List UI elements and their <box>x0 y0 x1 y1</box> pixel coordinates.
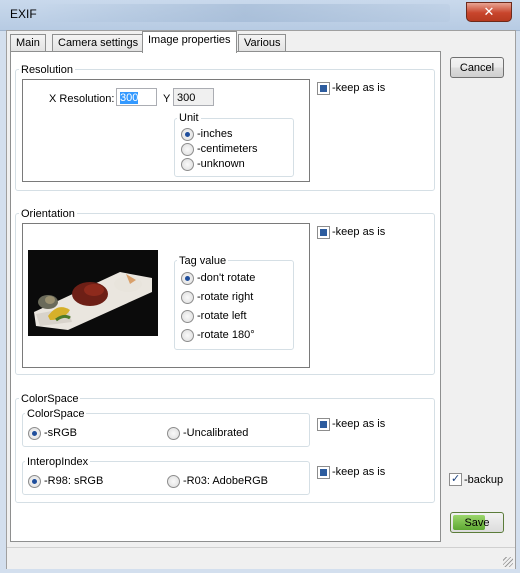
colorspace-outer-label: ColorSpace <box>19 393 81 406</box>
radio-centimeters[interactable] <box>181 143 194 156</box>
resolution-group-label: Resolution <box>19 64 75 77</box>
colorspace-group-label: ColorSpace <box>25 408 87 421</box>
interop-group-label: InteropIndex <box>25 456 91 469</box>
radio-r98-srgb[interactable] <box>28 475 41 488</box>
radio-srgb[interactable] <box>28 427 41 440</box>
colorspace-keep-label: -keep as is <box>332 418 386 430</box>
resolution-keep-checkbox[interactable] <box>317 82 330 95</box>
cancel-button[interactable]: Cancel <box>450 57 504 78</box>
interop-keep-checkbox[interactable] <box>317 466 330 479</box>
tab-camera-settings[interactable]: Camera settings <box>52 34 145 52</box>
radio-srgb-label: -sRGB <box>44 427 77 439</box>
radio-rotate-180-label: -rotate 180° <box>197 329 255 341</box>
backup-checkbox[interactable] <box>449 472 462 486</box>
unit-group-label: Unit <box>177 112 201 125</box>
radio-rotate-right[interactable] <box>181 291 194 304</box>
tab-main[interactable]: Main <box>10 34 46 52</box>
save-button[interactable]: Save <box>450 512 504 533</box>
radio-r98-srgb-label: -R98: sRGB <box>44 475 104 487</box>
x-resolution-input[interactable]: 300 <box>116 88 157 106</box>
radio-uncalibrated[interactable] <box>167 427 180 440</box>
radio-centimeters-label: -centimeters <box>197 143 258 155</box>
tab-various[interactable]: Various <box>238 34 287 52</box>
radio-rotate-left-label: -rotate left <box>197 310 247 322</box>
radio-r03-adobergb-label: -R03: AdobeRGB <box>183 475 268 487</box>
radio-r03-adobergb[interactable] <box>167 475 180 488</box>
title-bar[interactable]: EXIF ✕ <box>0 0 520 31</box>
radio-rotate-180[interactable] <box>181 329 194 342</box>
save-button-label: Save <box>464 517 490 529</box>
resolution-keep-label: -keep as is <box>332 82 386 94</box>
status-bar <box>7 547 515 569</box>
orientation-keep-checkbox[interactable] <box>317 226 330 239</box>
orientation-group-label: Orientation <box>19 208 77 221</box>
colorspace-keep-checkbox[interactable] <box>317 418 330 431</box>
radio-inches-label: -inches <box>197 128 233 140</box>
window-title: EXIF <box>10 7 37 21</box>
radio-unknown[interactable] <box>181 158 194 171</box>
y-resolution-label: Y <box>163 93 171 105</box>
interop-keep-label: -keep as is <box>332 466 386 478</box>
radio-rotate-right-label: -rotate right <box>197 291 254 303</box>
radio-uncalibrated-label: -Uncalibrated <box>183 427 249 439</box>
radio-dont-rotate[interactable] <box>181 272 194 285</box>
resize-grip-icon[interactable] <box>503 557 513 567</box>
orientation-keep-label: -keep as is <box>332 226 386 238</box>
tab-panel-image-properties: Resolution X Resolution: 300 Y 300 Unit … <box>10 51 441 542</box>
radio-unknown-label: -unknown <box>197 158 245 170</box>
radio-rotate-left[interactable] <box>181 310 194 323</box>
photo-thumbnail <box>28 250 158 336</box>
radio-inches[interactable] <box>181 128 194 141</box>
tab-image-properties[interactable]: Image properties <box>142 31 237 53</box>
radio-dont-rotate-label: -don't rotate <box>197 272 256 284</box>
title-bar-background <box>40 4 450 22</box>
close-button[interactable]: ✕ <box>466 2 512 22</box>
dialog-body: Main Camera settings Image properties Va… <box>6 30 516 569</box>
tag-value-label: Tag value <box>177 255 229 268</box>
close-icon: ✕ <box>483 4 495 19</box>
x-resolution-label: X Resolution: <box>49 93 115 105</box>
y-resolution-input[interactable]: 300 <box>173 88 214 106</box>
backup-label: -backup <box>464 474 504 486</box>
